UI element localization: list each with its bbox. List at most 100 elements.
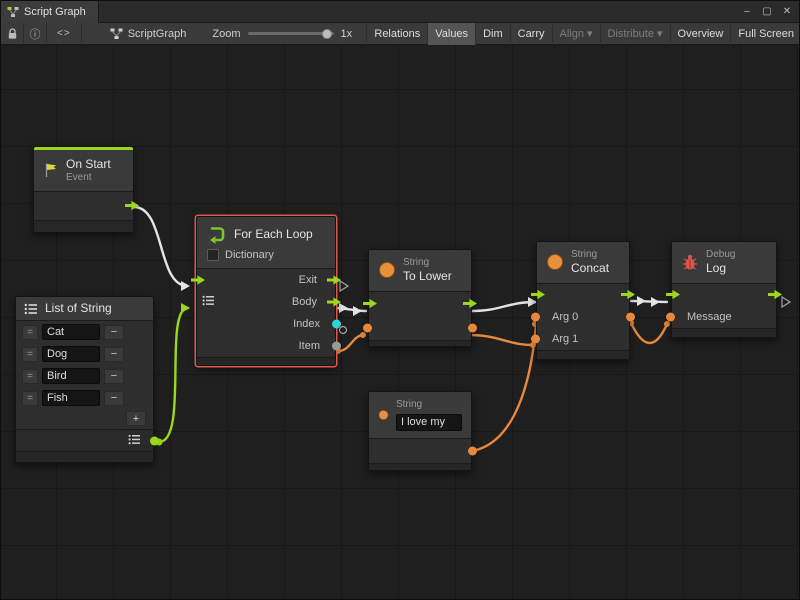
flag-icon xyxy=(43,162,59,178)
list-output-icon xyxy=(128,432,141,450)
node-debug-log[interactable]: Debug Log Message xyxy=(671,241,777,338)
overview-button[interactable]: Overview xyxy=(670,23,731,45)
message-label: Message xyxy=(687,311,732,323)
message-input-port[interactable] xyxy=(666,312,675,321)
node-string-literal[interactable]: String xyxy=(368,391,472,471)
lock-button[interactable] xyxy=(1,23,23,45)
values-label: Values xyxy=(435,28,468,40)
port-row: Body xyxy=(197,291,335,313)
body-flow-output-port[interactable] xyxy=(327,297,341,308)
node-concat[interactable]: String Concat Arg 0 Arg 1 xyxy=(536,241,630,360)
inspect-button[interactable]: ⓘ xyxy=(24,23,46,45)
result-output-port[interactable] xyxy=(626,312,635,321)
node-footer xyxy=(197,357,335,365)
exit-flow-output-port[interactable] xyxy=(327,275,341,286)
code-icon: <> xyxy=(57,28,71,39)
flow-input-port[interactable] xyxy=(666,289,680,300)
list-item-field[interactable] xyxy=(42,368,100,384)
flow-output-port[interactable] xyxy=(463,298,477,309)
values-button[interactable]: Values xyxy=(427,23,475,45)
list-item-field[interactable] xyxy=(42,346,100,362)
node-header[interactable]: On Start Event xyxy=(34,150,133,192)
node-header[interactable]: String To Lower xyxy=(369,250,471,292)
flow-output-port[interactable] xyxy=(125,200,139,211)
node-category: String xyxy=(403,257,452,269)
minimize-icon[interactable]: – xyxy=(739,4,755,20)
dim-button[interactable]: Dim xyxy=(475,23,510,45)
port-row: Arg 0 xyxy=(537,306,629,328)
maximize-icon[interactable]: ▢ xyxy=(759,4,775,20)
remove-item-button[interactable]: − xyxy=(104,347,124,362)
list-item-field[interactable] xyxy=(42,324,100,340)
flow-input-port[interactable] xyxy=(531,289,545,300)
drag-handle[interactable]: = xyxy=(22,347,38,362)
zoom-slider-knob[interactable] xyxy=(322,29,332,39)
align-button: Align ▾ xyxy=(552,23,600,45)
breadcrumb[interactable]: ScriptGraph xyxy=(110,28,187,40)
zoom-control: Zoom 1x xyxy=(212,23,352,45)
flow-output-port[interactable] xyxy=(621,289,635,300)
loop-icon xyxy=(206,224,227,245)
node-footer xyxy=(672,328,776,337)
flow-output-port[interactable] xyxy=(768,289,782,300)
fullscreen-label: Full Screen xyxy=(738,28,794,40)
add-item-button[interactable]: + xyxy=(126,411,146,426)
fullscreen-button[interactable]: Full Screen xyxy=(730,23,800,45)
arg1-input-port[interactable] xyxy=(531,334,540,343)
string-output-port[interactable] xyxy=(468,323,477,332)
node-to-lower[interactable]: String To Lower xyxy=(368,249,472,347)
flow-arrow-icon xyxy=(125,200,139,211)
node-title: For Each Loop xyxy=(234,227,313,242)
flow-arrow-icon xyxy=(768,289,782,300)
node-header[interactable]: String xyxy=(369,392,471,439)
relations-button[interactable]: Relations xyxy=(366,23,427,45)
window-controls: – ▢ ✕ xyxy=(739,4,800,20)
drag-handle[interactable]: = xyxy=(22,325,38,340)
node-header[interactable]: For Each Loop Dictionary xyxy=(197,217,335,269)
zoom-slider-track[interactable] xyxy=(248,32,334,35)
list-output-port[interactable] xyxy=(150,436,159,445)
string-input-port[interactable] xyxy=(363,323,372,332)
script-graph-icon xyxy=(110,28,123,40)
node-header[interactable]: String Concat xyxy=(537,242,629,284)
index-output-port[interactable] xyxy=(332,320,341,329)
node-for-each-loop[interactable]: For Each Loop Dictionary Exit Body xyxy=(196,216,336,366)
code-view-button[interactable]: <> xyxy=(47,23,81,45)
dictionary-checkbox[interactable] xyxy=(207,249,219,261)
port-row xyxy=(672,284,776,306)
titlebar: Script Graph – ▢ ✕ xyxy=(1,1,800,23)
carry-button[interactable]: Carry xyxy=(510,23,552,45)
string-icon xyxy=(378,261,396,279)
string-value-field[interactable] xyxy=(396,414,462,431)
drag-handle[interactable]: = xyxy=(22,369,38,384)
remove-item-button[interactable]: − xyxy=(104,325,124,340)
flow-arrow-icon xyxy=(463,298,477,309)
node-on-start[interactable]: On Start Event xyxy=(33,146,134,233)
arg0-input-port[interactable] xyxy=(531,312,540,321)
node-footer xyxy=(537,350,629,359)
script-graph-window: Script Graph – ▢ ✕ ⓘ <> xyxy=(0,0,800,600)
node-header[interactable]: List of String xyxy=(16,297,153,321)
remove-item-button[interactable]: − xyxy=(104,369,124,384)
flow-input-port[interactable] xyxy=(363,298,377,309)
chevron-down-icon: ▾ xyxy=(587,27,593,40)
dim-label: Dim xyxy=(483,28,503,40)
list-item-field[interactable] xyxy=(42,390,100,406)
list-input-port[interactable] xyxy=(202,293,215,311)
list-item-row: = − xyxy=(16,365,153,387)
distribute-label: Distribute xyxy=(608,28,654,40)
zoom-slider[interactable] xyxy=(248,23,334,45)
item-output-port[interactable] xyxy=(332,342,341,351)
flow-arrow-icon xyxy=(363,298,377,309)
close-icon[interactable]: ✕ xyxy=(779,4,795,20)
drag-handle[interactable]: = xyxy=(22,391,38,406)
dictionary-label: Dictionary xyxy=(225,249,274,261)
flow-input-port[interactable] xyxy=(191,275,205,286)
node-title: To Lower xyxy=(403,269,452,284)
port-row: Message xyxy=(672,306,776,328)
string-output-port[interactable] xyxy=(468,446,477,455)
remove-item-button[interactable]: − xyxy=(104,391,124,406)
tab-script-graph[interactable]: Script Graph xyxy=(1,1,99,23)
node-header[interactable]: Debug Log xyxy=(672,242,776,284)
node-list-of-string[interactable]: List of String = − = − = − = − + xyxy=(15,296,154,463)
